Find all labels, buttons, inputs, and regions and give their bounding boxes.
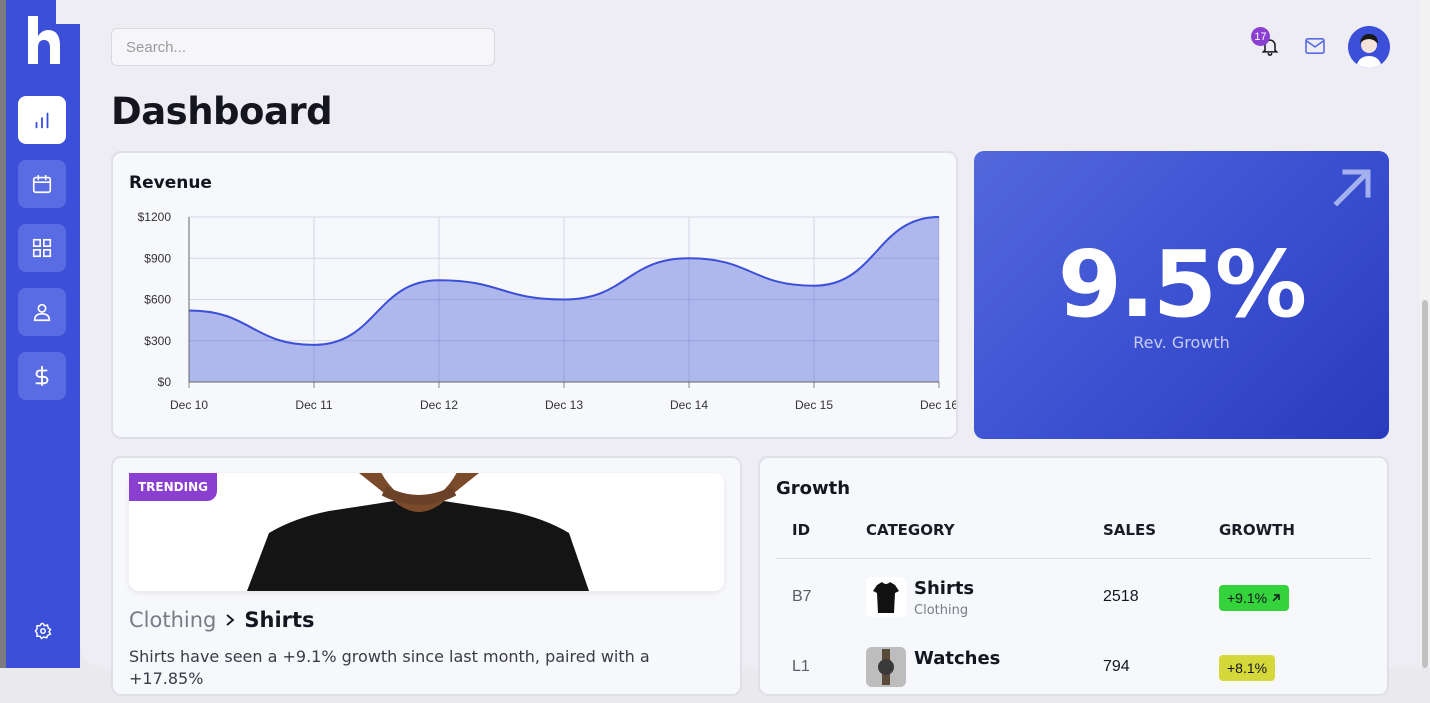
watch-thumb-icon	[866, 647, 906, 687]
table-divider	[776, 558, 1371, 559]
grid-icon	[32, 238, 52, 258]
x-tick-label: Dec 14	[670, 398, 708, 412]
product-image[interactable]	[129, 473, 724, 591]
kpi-value: 9.5%	[1057, 231, 1307, 338]
growth-badge: +9.1%	[1219, 585, 1290, 611]
scrollbar[interactable]	[1420, 0, 1430, 668]
arrow-up-right-icon	[1272, 594, 1280, 602]
search-field[interactable]	[111, 28, 495, 66]
sidebar	[6, 0, 80, 668]
breadcrumb-current: Shirts	[244, 608, 315, 632]
breadcrumb: Clothing Shirts	[129, 608, 315, 632]
row-category: Watches	[914, 648, 1001, 669]
table-row[interactable]: L1 Watches 794 +8.1%	[760, 633, 1387, 703]
y-tick-label: $1200	[138, 210, 172, 224]
dollar-icon	[35, 365, 49, 387]
row-id: L1	[792, 658, 810, 675]
y-tick-label: $900	[144, 251, 171, 265]
y-tick-label: $300	[144, 334, 171, 348]
brand-logo[interactable]	[26, 16, 60, 64]
x-tick-label: Dec 15	[795, 398, 833, 412]
col-header-id[interactable]: ID	[792, 521, 810, 539]
gear-icon[interactable]	[34, 622, 52, 640]
breadcrumb-parent[interactable]: Clothing	[129, 608, 216, 632]
row-sales: 2518	[1103, 588, 1139, 605]
notification-badge: 17	[1251, 27, 1270, 46]
row-thumbnail	[866, 647, 906, 687]
page-title: Dashboard	[111, 90, 333, 133]
scrollbar-thumb[interactable]	[1422, 300, 1428, 668]
col-header-growth[interactable]: GROWTH	[1219, 521, 1295, 539]
growth-badge: +8.1%	[1219, 655, 1276, 681]
sidebar-item-users[interactable]	[18, 288, 66, 336]
row-id: B7	[792, 588, 812, 605]
search-input[interactable]	[126, 38, 480, 56]
growth-card: Growth ID CATEGORY SALES GROWTH B7 Shirt…	[758, 456, 1389, 696]
growth-title: Growth	[776, 478, 851, 499]
trending-card: TRENDING Clothing Shirts Shirts have see…	[111, 456, 742, 696]
user-icon	[33, 303, 51, 322]
kpi-label: Rev. Growth	[1133, 333, 1230, 352]
revenue-chart: $0 $300 $600 $900 $1200 Dec 10 Dec 11 Dec 12 Dec…	[138, 210, 956, 412]
sidebar-item-finance[interactable]	[18, 352, 66, 400]
user-avatar-icon	[1348, 26, 1390, 68]
revenue-card: Revenue $0 $300 $600 $900 $1200 Dec 10 Dec 11 D…	[111, 151, 958, 439]
x-tick-label: Dec 12	[420, 398, 458, 412]
sidebar-item-apps[interactable]	[18, 224, 66, 272]
growth-value: +9.1%	[1227, 590, 1268, 606]
row-category: Shirts	[914, 578, 975, 599]
sidebar-item-calendar[interactable]	[18, 160, 66, 208]
tshirt-image	[129, 473, 724, 591]
row-subcategory: Clothing	[914, 603, 969, 618]
x-tick-label: Dec 10	[170, 398, 208, 412]
x-tick-label: Dec 16	[920, 398, 956, 412]
avatar[interactable]	[1348, 26, 1390, 68]
row-sales: 794	[1103, 658, 1130, 675]
growth-value: +8.1%	[1227, 660, 1268, 676]
x-tick-label: Dec 13	[545, 398, 583, 412]
calendar-icon	[32, 174, 52, 194]
main-content: 17 Dashboard Revenue $0$300$600$900$1200…	[56, 0, 1420, 696]
y-tick-label: $0	[158, 375, 172, 389]
col-header-category[interactable]: CATEGORY	[866, 521, 955, 539]
tshirt-thumb-icon	[866, 577, 906, 617]
revenue-growth-card: 9.5% Rev. Growth	[974, 151, 1389, 439]
trending-description: Shirts have seen a +9.1% growth since la…	[129, 647, 650, 688]
x-tick-label: Dec 11	[295, 398, 332, 412]
col-header-sales[interactable]: SALES	[1103, 521, 1156, 539]
y-tick-label: $600	[144, 293, 171, 307]
table-row[interactable]: B7 Shirts Clothing 2518 +9.1%	[760, 563, 1387, 633]
sidebar-item-analytics[interactable]	[18, 96, 66, 144]
trending-badge: TRENDING	[129, 473, 217, 501]
chevron-right-icon	[226, 614, 235, 626]
row-thumbnail	[866, 577, 906, 617]
mail-icon[interactable]	[1304, 37, 1326, 55]
arrow-up-right-icon	[1333, 169, 1371, 207]
bar-chart-icon	[35, 112, 49, 129]
